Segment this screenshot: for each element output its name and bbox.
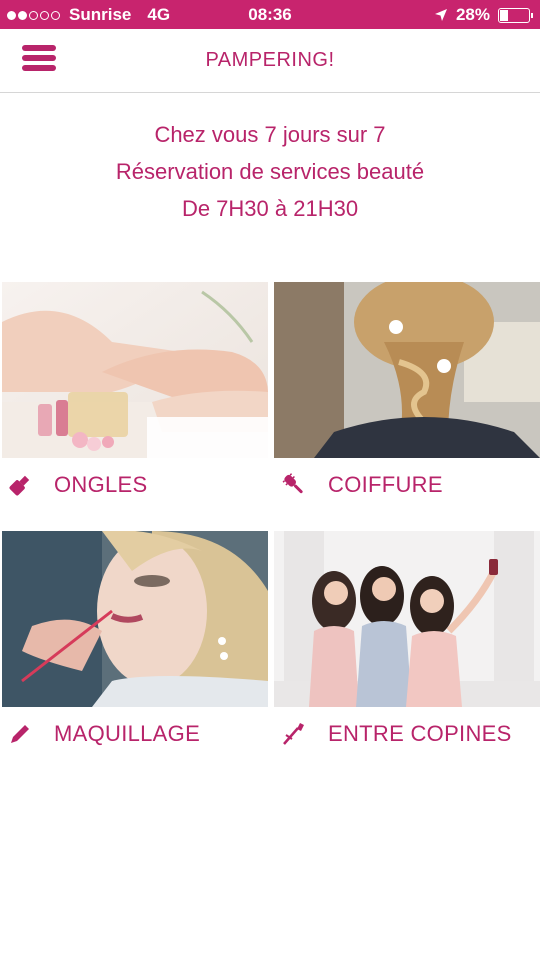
makeup-photo bbox=[2, 531, 268, 707]
navigation-bar: PAMPERING! bbox=[0, 29, 540, 93]
nail-polish-icon bbox=[9, 475, 30, 496]
intro-text: Chez vous 7 jours sur 7 Réservation de s… bbox=[0, 116, 540, 227]
intro-line-1: Chez vous 7 jours sur 7 bbox=[154, 122, 386, 147]
friends-photo bbox=[274, 531, 540, 707]
makeup-brush-icon bbox=[283, 723, 304, 745]
nails-photo bbox=[2, 282, 268, 458]
battery-percent: 28% bbox=[455, 5, 490, 24]
category-label: ONGLES bbox=[54, 472, 148, 497]
category-tile-coiffure[interactable]: COIFFURE bbox=[274, 282, 540, 512]
page-title: PAMPERING! bbox=[205, 49, 335, 71]
battery-icon bbox=[498, 7, 533, 23]
intro-line-2: Réservation de services beauté bbox=[115, 159, 425, 184]
pencil-icon bbox=[11, 725, 29, 743]
category-tile-ongles[interactable]: ONGLES bbox=[2, 282, 268, 512]
location-arrow-icon bbox=[434, 9, 447, 21]
intro-line-3: De 7H30 à 21H30 bbox=[181, 196, 359, 221]
category-row-ongles: ONGLES bbox=[2, 458, 268, 512]
category-tile-entre-copines[interactable]: ENTRE COPINES bbox=[274, 531, 540, 761]
status-bar: Sunrise 4G 08:36 28% bbox=[0, 0, 540, 29]
category-row-coiffure: COIFFURE bbox=[274, 458, 540, 512]
category-row-entre-copines: ENTRE COPINES bbox=[274, 707, 540, 761]
category-label: COIFFURE bbox=[328, 472, 443, 497]
category-tile-maquillage[interactable]: MAQUILLAGE bbox=[2, 531, 268, 761]
category-label: ENTRE COPINES bbox=[328, 721, 512, 746]
hair-photo bbox=[274, 282, 540, 458]
category-label: MAQUILLAGE bbox=[54, 721, 201, 746]
status-right: 28% bbox=[434, 5, 533, 25]
category-row-maquillage: MAQUILLAGE bbox=[2, 707, 268, 761]
hair-brush-icon bbox=[282, 473, 303, 494]
